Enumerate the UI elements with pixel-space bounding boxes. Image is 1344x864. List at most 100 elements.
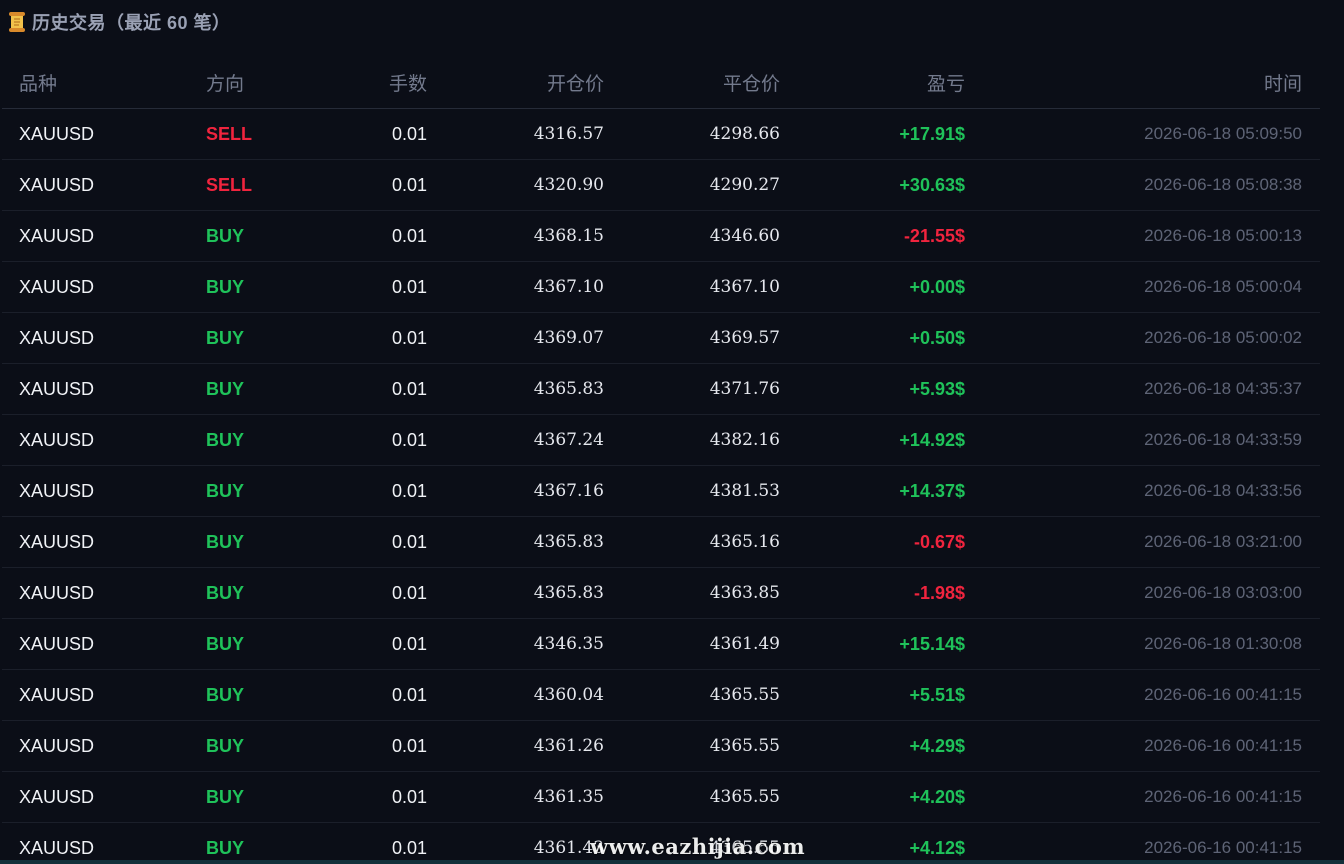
table-row[interactable]: XAUUSD BUY 0.01 4365.83 4371.76 +5.93$ 2026-06… <box>2 364 1320 415</box>
cell-direction: BUY <box>206 327 245 348</box>
cell-time: 2026-06-16 00:41:15 <box>1144 736 1302 755</box>
table-row[interactable]: XAUUSD BUY 0.01 4361.26 4365.55 +4.29$ 2026-06… <box>2 721 1320 772</box>
column-header-direction[interactable]: 方向 <box>206 56 244 108</box>
column-header-time[interactable]: 时间 <box>1002 56 1302 108</box>
cell-close-price: 4363.85 <box>709 583 780 603</box>
cell-direction: BUY <box>206 480 245 501</box>
cell-direction: SELL <box>206 123 253 144</box>
cell-pnl: +5.51$ <box>909 684 965 705</box>
cell-open-price: 4360.04 <box>533 685 604 705</box>
table-row[interactable]: XAUUSD SELL 0.01 4320.90 4290.27 +30.63$ 2026-… <box>2 160 1320 211</box>
cell-time: 2026-06-18 04:35:37 <box>1144 379 1302 398</box>
cell-open-price: 4365.83 <box>533 583 604 603</box>
column-header-close-price[interactable]: 平仓价 <box>632 56 780 108</box>
cell-close-price: 4361.49 <box>709 634 780 654</box>
table-row[interactable]: XAUUSD BUY 0.01 4369.07 4369.57 +0.50$ 2026-06… <box>2 313 1320 364</box>
table-row[interactable]: XAUUSD BUY 0.01 4367.16 4381.53 +14.37$ 2026-0… <box>2 466 1320 517</box>
cell-time: 2026-06-18 05:09:50 <box>1144 124 1302 143</box>
cell-time: 2026-06-18 01:30:08 <box>1144 634 1302 653</box>
table-row[interactable]: XAUUSD BUY 0.01 4346.35 4361.49 +15.14$ 2026-0… <box>2 619 1320 670</box>
cell-direction: BUY <box>206 225 245 246</box>
cell-symbol: XAUUSD <box>19 123 95 144</box>
cell-symbol: XAUUSD <box>19 327 95 348</box>
table-row[interactable]: XAUUSD BUY 0.01 4360.04 4365.55 +5.51$ 2026-06… <box>2 670 1320 721</box>
column-header-symbol[interactable]: 品种 <box>19 56 57 108</box>
cell-time: 2026-06-16 00:41:15 <box>1144 838 1302 857</box>
cell-open-price: 4365.83 <box>533 532 604 552</box>
cell-close-price: 4365.55 <box>709 685 780 705</box>
cell-symbol: XAUUSD <box>19 582 95 603</box>
table-row[interactable]: XAUUSD BUY 0.01 4368.15 4346.60 -21.55$ 2026-0… <box>2 211 1320 262</box>
cell-time: 2026-06-18 05:00:13 <box>1144 226 1302 245</box>
cell-close-price: 4365.55 <box>709 736 780 756</box>
table-row[interactable]: XAUUSD BUY 0.01 4361.35 4365.55 +4.20$ 2026-06… <box>2 772 1320 823</box>
cell-open-price: 4367.24 <box>533 430 604 450</box>
cell-close-price: 4371.76 <box>709 379 780 399</box>
cell-lots: 0.01 <box>391 582 427 603</box>
cell-open-price: 4367.16 <box>533 481 604 501</box>
cell-pnl: +4.29$ <box>909 735 965 756</box>
cell-close-price: 4365.55 <box>709 787 780 807</box>
cell-open-price: 4320.90 <box>533 175 604 195</box>
section-header: 历史交易（最近 60 笔） <box>8 8 231 36</box>
cell-close-price: 4365.16 <box>709 532 780 552</box>
cell-close-price: 4367.10 <box>709 277 780 297</box>
cell-direction: BUY <box>206 276 245 297</box>
cell-lots: 0.01 <box>391 327 427 348</box>
cell-time: 2026-06-16 00:41:15 <box>1144 787 1302 806</box>
trade-history-panel: 历史交易（最近 60 笔） 品种 方向 手数 开仓价 平仓价 盈亏 时间 XAU… <box>0 0 1344 864</box>
cell-symbol: XAUUSD <box>19 429 95 450</box>
cell-lots: 0.01 <box>391 225 427 246</box>
cell-pnl: +14.37$ <box>899 480 965 501</box>
cell-lots: 0.01 <box>391 174 427 195</box>
cell-close-price: 4298.66 <box>709 124 780 144</box>
table-row[interactable]: XAUUSD BUY 0.01 4367.24 4382.16 +14.92$ 2026-0… <box>2 415 1320 466</box>
cell-symbol: XAUUSD <box>19 837 95 858</box>
cell-symbol: XAUUSD <box>19 531 95 552</box>
column-header-lots[interactable]: 手数 <box>302 56 427 108</box>
column-header-pnl[interactable]: 盈亏 <box>802 56 965 108</box>
cell-direction: BUY <box>206 582 245 603</box>
cell-pnl: +15.14$ <box>899 633 965 654</box>
cell-symbol: XAUUSD <box>19 276 95 297</box>
cell-lots: 0.01 <box>391 378 427 399</box>
cell-lots: 0.01 <box>391 531 427 552</box>
cell-pnl: -1.98$ <box>913 582 965 603</box>
table-row[interactable]: XAUUSD BUY 0.01 4365.83 4365.16 -0.67$ 2026-06… <box>2 517 1320 568</box>
cell-direction: BUY <box>206 786 245 807</box>
cell-lots: 0.01 <box>391 837 427 858</box>
cell-direction: BUY <box>206 531 245 552</box>
cell-lots: 0.01 <box>391 429 427 450</box>
cell-time: 2026-06-18 05:08:38 <box>1144 175 1302 194</box>
cell-lots: 0.01 <box>391 480 427 501</box>
cell-time: 2026-06-18 03:21:00 <box>1144 532 1302 551</box>
column-header-open-price[interactable]: 开仓价 <box>452 56 604 108</box>
cell-time: 2026-06-16 00:41:15 <box>1144 685 1302 704</box>
cell-lots: 0.01 <box>391 123 427 144</box>
cell-time: 2026-06-18 05:00:02 <box>1144 328 1302 347</box>
cell-pnl: -0.67$ <box>913 531 965 552</box>
cell-open-price: 4346.35 <box>533 634 604 654</box>
cell-close-price: 4382.16 <box>709 430 780 450</box>
cell-open-price: 4365.83 <box>533 379 604 399</box>
cell-open-price: 4361.26 <box>533 736 604 756</box>
cell-time: 2026-06-18 03:03:00 <box>1144 583 1302 602</box>
table-row[interactable]: XAUUSD SELL 0.01 4316.57 4298.66 +17.91$ 2026-… <box>2 109 1320 160</box>
cell-pnl: +14.92$ <box>899 429 965 450</box>
cell-pnl: +17.91$ <box>899 123 965 144</box>
bottom-bar <box>0 860 1344 864</box>
cell-open-price: 4361.35 <box>533 787 604 807</box>
cell-open-price: 4367.10 <box>533 277 604 297</box>
cell-pnl: +0.50$ <box>909 327 965 348</box>
cell-lots: 0.01 <box>391 684 427 705</box>
cell-close-price: 4381.53 <box>709 481 780 501</box>
cell-direction: BUY <box>206 429 245 450</box>
cell-close-price: 4346.60 <box>709 226 780 246</box>
cell-symbol: XAUUSD <box>19 786 95 807</box>
table-row[interactable]: XAUUSD BUY 0.01 4367.10 4367.10 +0.00$ 2026-06… <box>2 262 1320 313</box>
table-row[interactable]: XAUUSD BUY 0.01 4365.83 4363.85 -1.98$ 2026-06… <box>2 568 1320 619</box>
cell-open-price: 4316.57 <box>533 124 604 144</box>
cell-direction: SELL <box>206 174 253 195</box>
cell-time: 2026-06-18 04:33:56 <box>1144 481 1302 500</box>
cell-close-price: 4369.57 <box>709 328 780 348</box>
